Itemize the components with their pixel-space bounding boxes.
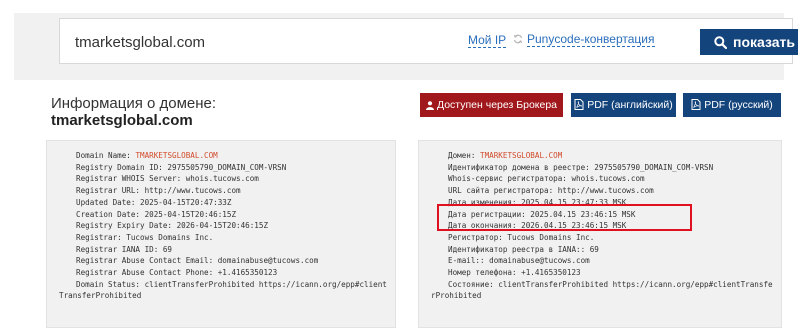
- whois-russian-panel: Домен: TMARKETSGLOBAL.COM Идентификатор …: [418, 140, 782, 328]
- user-icon: [425, 101, 434, 110]
- whois-label: Домен:: [448, 151, 481, 160]
- whois-line: Идентификатор реестра в IANA:: 69: [448, 244, 599, 254]
- whois-line: E-mail:: domainabuse@tucows.com: [448, 256, 590, 266]
- whois-line: Updated Date: 2025-04-15T20:47:33Z: [76, 197, 232, 207]
- pdf-icon: [691, 99, 701, 110]
- domain-info-name: tmarketsglobal.com: [51, 112, 193, 129]
- whois-line: Номер телефона: +1.4165350123: [448, 268, 581, 278]
- whois-line: Registry Expiry Date: 2026-04-15T20:46:1…: [76, 221, 269, 231]
- pdf-english-button[interactable]: PDF (английский): [571, 93, 676, 117]
- whois-line: Registrar URL: http://www.tucows.com: [76, 186, 241, 196]
- pdf-english-label: PDF (английский): [587, 99, 673, 111]
- whois-line: Registrar: Tucows Domains Inc.: [76, 232, 214, 242]
- domain-search-input[interactable]: [75, 29, 435, 55]
- whois-line: Registry Domain ID: 2975505790_DOMAIN_CO…: [76, 162, 287, 172]
- show-button-label: показать: [733, 34, 795, 50]
- whois-line: Registrar WHOIS Server: whois.tucows.com: [76, 174, 259, 184]
- whois-line: Creation Date: 2025-04-15T20:46:15Z: [76, 209, 237, 219]
- whois-line: Whois-сервис регистратора: whois.tucows.…: [448, 174, 645, 184]
- punycode-link[interactable]: Punycode-конвертация: [527, 32, 655, 47]
- whois-line: Registrar Abuse Contact Email: domainabu…: [76, 256, 319, 266]
- search-icon: [714, 36, 728, 50]
- whois-line: URL сайта регистратора: http://www.tucow…: [448, 186, 654, 196]
- whois-line: Идентификатор домена в реестре: 29755057…: [448, 162, 714, 172]
- search-box: Мой IP Punycode-конвертация показать: [59, 18, 798, 64]
- whois-line: Domain Name: TMARKETSGLOBAL.COM: [59, 150, 391, 162]
- sync-icon: [513, 34, 523, 44]
- whois-line: Домен: TMARKETSGLOBAL.COM: [431, 150, 777, 162]
- whois-domain-value: TMARKETSGLOBAL.COM: [135, 151, 218, 160]
- whois-line: Registrar IANA ID: 69: [76, 244, 173, 254]
- whois-line: Регистратор: Tucows Domains Inc.: [448, 232, 595, 242]
- whois-label: Domain Name:: [76, 151, 136, 160]
- search-panel: Мой IP Punycode-конвертация показать: [14, 13, 798, 80]
- domain-info-title: Информация о домене:: [51, 95, 217, 112]
- broker-button[interactable]: Доступен через Брокера: [420, 93, 563, 117]
- my-ip-link[interactable]: Мой IP: [468, 33, 507, 48]
- whois-line: Состояние: clientTransferProhibited http…: [431, 279, 773, 301]
- pdf-russian-label: PDF (русский): [704, 99, 773, 111]
- whois-domain-value: TMARKETSGLOBAL.COM: [480, 151, 563, 160]
- whois-line: Domain Status: clientTransferProhibited …: [59, 279, 387, 301]
- pdf-icon: [574, 99, 584, 110]
- broker-button-label: Доступен через Брокера: [436, 99, 558, 111]
- pdf-russian-button[interactable]: PDF (русский): [683, 93, 781, 117]
- punycode-link-wrap[interactable]: Punycode-конвертация: [513, 32, 655, 47]
- show-button[interactable]: показать: [700, 29, 798, 55]
- whois-line: Registrar Abuse Contact Phone: +1.416535…: [76, 268, 278, 278]
- whois-english-panel: Domain Name: TMARKETSGLOBAL.COM Registry…: [46, 140, 396, 328]
- date-highlight-annotation: [437, 204, 692, 231]
